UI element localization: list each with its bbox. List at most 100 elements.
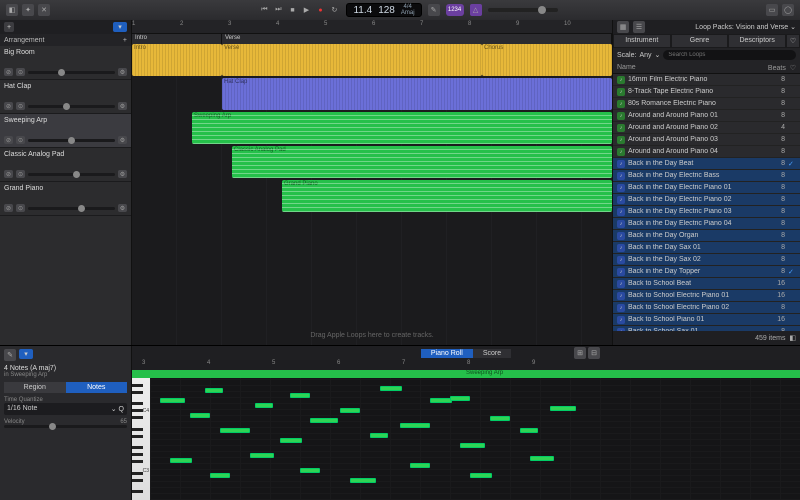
track-header[interactable]: Grand Piano⊘⊙⚙ (0, 182, 131, 216)
loop-favorite-toggle[interactable]: ✓ (788, 160, 796, 168)
toolbox-button[interactable]: ✦ (22, 4, 34, 16)
library-toggle-button[interactable]: ◧ (6, 4, 18, 16)
track-lanes[interactable]: Intro Verse Chorus Hat Clap Sweeping Arp… (132, 44, 612, 345)
piano-roll-grid[interactable] (150, 378, 800, 500)
loop-list[interactable]: ♪16mm Film Electric Piano8♪8-Track Tape … (613, 74, 800, 331)
loop-row[interactable]: ♪Back in the Day Topper8✓ (613, 266, 800, 278)
track-header[interactable]: Sweeping Arp⊘⊙⚙ (0, 114, 131, 148)
region-sweeping-arp[interactable]: Sweeping Arp (192, 112, 612, 144)
track-filter-button[interactable]: ▾ (113, 22, 127, 32)
seg-region[interactable]: Region (4, 382, 66, 393)
track-header[interactable]: Big Room⊘⊙⚙ (0, 46, 131, 80)
midi-note[interactable] (520, 428, 538, 433)
midi-note[interactable] (290, 393, 310, 398)
col-beats[interactable]: Beats (768, 65, 786, 72)
track-settings-button[interactable]: ⚙ (118, 204, 127, 212)
stop-button[interactable]: ■ (286, 4, 298, 16)
loop-search-input[interactable] (663, 50, 796, 60)
solo-button[interactable]: ⊙ (16, 170, 25, 178)
region-classic-analog-pad[interactable]: Classic Analog Pad (232, 146, 612, 178)
midi-note[interactable] (210, 473, 230, 478)
metronome-button[interactable]: △ (470, 4, 482, 16)
mute-button[interactable]: ⊘ (4, 204, 13, 212)
velocity-slider[interactable] (4, 425, 127, 428)
track-settings-button[interactable]: ⚙ (118, 136, 127, 144)
midi-note[interactable] (300, 468, 320, 473)
favorites-filter-button[interactable]: ♡ (786, 34, 800, 48)
solo-button[interactable]: ⊙ (16, 68, 25, 76)
mute-button[interactable]: ⊘ (4, 170, 13, 178)
track-settings-button[interactable]: ⚙ (118, 102, 127, 110)
loop-row[interactable]: ♪Back in the Day Electric Piano 038 (613, 206, 800, 218)
midi-note[interactable] (310, 418, 338, 423)
tab-instrument[interactable]: Instrument (613, 34, 671, 48)
midi-note[interactable] (380, 386, 402, 391)
loop-row[interactable]: ♪Back to School Beat16 (613, 278, 800, 290)
midi-note[interactable] (490, 416, 510, 421)
loop-packs-dropdown[interactable]: Vision and Verse (736, 24, 788, 31)
midi-note[interactable] (190, 413, 210, 418)
tab-genre[interactable]: Genre (671, 34, 729, 48)
loop-row[interactable]: ♪80s Romance Electric Piano8 (613, 98, 800, 110)
tempo-value[interactable]: 128 (378, 5, 395, 16)
midi-note[interactable] (530, 456, 554, 461)
loop-row[interactable]: ♪Around and Around Piano 018 (613, 110, 800, 122)
loop-row[interactable]: ♪Back in the Day Electric Piano 018 (613, 182, 800, 194)
play-button[interactable]: ▶ (300, 4, 312, 16)
notepad-button[interactable]: ▭ (766, 4, 778, 16)
track-volume-slider[interactable] (28, 139, 115, 142)
col-name[interactable]: Name (617, 64, 636, 71)
region-bigroom-intro[interactable]: Intro (132, 44, 222, 76)
midi-note[interactable] (430, 398, 452, 403)
midi-note[interactable] (550, 406, 576, 411)
loop-row[interactable]: ♪Back in the Day Sax 018 (613, 242, 800, 254)
region-bigroom-chorus[interactable]: Chorus (482, 44, 612, 76)
region-bigroom-verse[interactable]: Verse (222, 44, 482, 76)
arrangement-add-button[interactable]: + (123, 37, 127, 44)
loop-row[interactable]: ♪Around and Around Piano 048 (613, 146, 800, 158)
playhead-position[interactable]: 11.4 (353, 5, 372, 16)
editor-tool-button[interactable]: ✎ (4, 349, 16, 361)
loop-row[interactable]: ♪Back in the Day Sax 028 (613, 254, 800, 266)
track-header[interactable]: Classic Analog Pad⊘⊙⚙ (0, 148, 131, 182)
region-hatclap[interactable]: Hat Clap (222, 78, 612, 110)
editor-snap-button[interactable]: ⊞ (574, 347, 586, 359)
midi-note[interactable] (255, 403, 273, 408)
seg-notes[interactable]: Notes (66, 382, 128, 393)
loop-row[interactable]: ♪Back in the Day Electric Piano 028 (613, 194, 800, 206)
region-grand-piano[interactable]: Grand Piano (282, 180, 612, 212)
midi-note[interactable] (340, 408, 360, 413)
tab-piano-roll[interactable]: Piano Roll (421, 349, 473, 358)
midi-note[interactable] (470, 473, 492, 478)
smart-controls-button[interactable]: ✕ (38, 4, 50, 16)
loop-row[interactable]: ♪Back in the Day Electric Piano 048 (613, 218, 800, 230)
track-header[interactable]: Hat Clap⊘⊙⚙ (0, 80, 131, 114)
solo-button[interactable]: ⊙ (16, 102, 25, 110)
track-volume-slider[interactable] (28, 71, 115, 74)
loop-row[interactable]: ♪Back in the Day Beat8✓ (613, 158, 800, 170)
loop-row[interactable]: ♪Back in the Day Organ8 (613, 230, 800, 242)
loop-row[interactable]: ♪8-Track Tape Electric Piano8 (613, 86, 800, 98)
tuner-button[interactable]: ✎ (428, 4, 440, 16)
track-settings-button[interactable]: ⚙ (118, 68, 127, 76)
piano-roll-ruler[interactable]: 3456789 (132, 360, 800, 370)
midi-note[interactable] (450, 396, 470, 401)
tab-score[interactable]: Score (473, 349, 511, 358)
forward-button[interactable]: ⏭ (272, 4, 284, 16)
midi-note[interactable] (250, 453, 274, 458)
midi-note[interactable] (460, 443, 485, 448)
loop-view-icon-button[interactable]: ▦ (617, 21, 629, 33)
record-button[interactable]: ● (314, 4, 326, 16)
midi-note[interactable] (170, 458, 192, 463)
loop-row[interactable]: ♪Back to School Piano 0116 (613, 314, 800, 326)
loop-row[interactable]: ♪Back to School Electric Piano 028 (613, 302, 800, 314)
master-volume-slider[interactable] (488, 8, 558, 12)
piano-keyboard[interactable]: C4 C3 (132, 378, 150, 500)
track-settings-button[interactable]: ⚙ (118, 170, 127, 178)
editor-view-button[interactable]: ▾ (19, 349, 33, 359)
marker-verse[interactable]: Verse (222, 34, 612, 44)
mute-button[interactable]: ⊘ (4, 102, 13, 110)
track-volume-slider[interactable] (28, 173, 115, 176)
key-signature[interactable]: Amaj (401, 10, 415, 16)
marker-intro[interactable]: Intro (132, 34, 222, 44)
